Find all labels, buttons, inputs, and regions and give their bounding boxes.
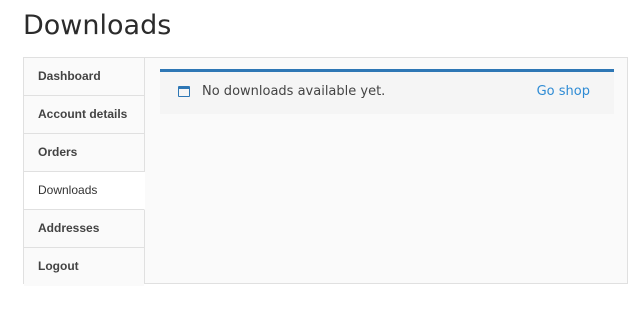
account-panel: Dashboard Account details Orders Downloa…: [23, 57, 628, 286]
nav-item-logout[interactable]: Logout: [24, 248, 144, 286]
account-navigation: Dashboard Account details Orders Downloa…: [24, 58, 145, 286]
nav-item-addresses[interactable]: Addresses: [24, 210, 144, 248]
info-notice: No downloads available yet. Go shop: [160, 69, 614, 114]
go-shop-link[interactable]: Go shop: [537, 84, 590, 99]
nav-item-account-details[interactable]: Account details: [24, 96, 144, 134]
page-title: Downloads: [23, 10, 172, 41]
nav-item-downloads[interactable]: Downloads: [24, 172, 145, 210]
window-icon: [178, 86, 190, 97]
nav-item-orders[interactable]: Orders: [24, 134, 144, 172]
downloads-content: No downloads available yet. Go shop: [145, 58, 627, 283]
notice-message: No downloads available yet.: [202, 84, 386, 99]
nav-item-dashboard[interactable]: Dashboard: [24, 58, 144, 96]
